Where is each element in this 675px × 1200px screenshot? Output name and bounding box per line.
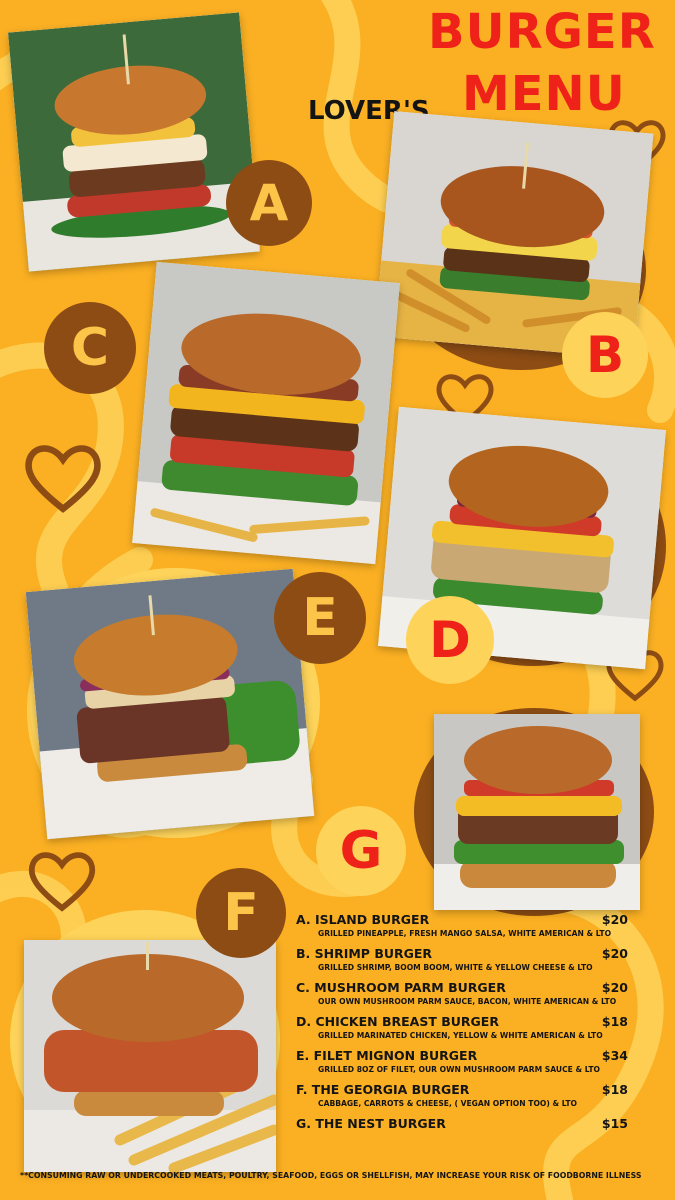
- menu-item-name: A. ISLAND BURGER: [296, 912, 430, 927]
- menu-item-desc: GRILLED 8OZ OF FILET, OUR OWN MUSHROOM P…: [318, 1065, 600, 1074]
- letter-badge-f: F: [196, 868, 286, 958]
- heart-icon: [28, 852, 96, 912]
- menu-item-price: $15: [601, 1116, 628, 1131]
- photo-island-burger: [7, 12, 261, 272]
- menu-item-mushroom-parm: C. MUSHROOM PARM BURGER $20 OUR OWN MUSH…: [296, 980, 648, 1006]
- title-burger: BURGER: [428, 4, 656, 60]
- letter-badge-d: D: [406, 596, 494, 684]
- menu-item-name: E. FILET MIGNON BURGER: [296, 1048, 478, 1063]
- letter-badge-b: B: [562, 312, 648, 398]
- menu-item-price: $18: [601, 1014, 628, 1029]
- menu-item-price: $34: [601, 1048, 628, 1063]
- photo-nest-burger: [434, 714, 640, 910]
- menu-item-name: F. THE GEORGIA BURGER: [296, 1082, 470, 1097]
- menu-item-desc: GRILLED SHRIMP, BOOM BOOM, WHITE & YELLO…: [318, 963, 593, 972]
- letter-badge-e: E: [274, 572, 366, 664]
- menu-list: A. ISLAND BURGER $20 GRILLED PINEAPPLE, …: [296, 912, 648, 1139]
- photo-georgia-burger: [24, 940, 276, 1172]
- menu-item-desc: GRILLED MARINATED CHICKEN, YELLOW & WHIT…: [318, 1031, 603, 1040]
- photo-mushroom-parm-burger: [132, 261, 400, 565]
- menu-item-nest: G. THE NEST BURGER $15: [296, 1116, 648, 1131]
- menu-item-price: $18: [601, 1082, 628, 1097]
- menu-item-name: G. THE NEST BURGER: [296, 1116, 446, 1131]
- menu-item-name: D. CHICKEN BREAST BURGER: [296, 1014, 499, 1029]
- menu-item-desc: OUR OWN MUSHROOM PARM SAUCE, BACON, WHIT…: [318, 997, 617, 1006]
- photo-filet-mignon-burger: [25, 568, 315, 840]
- menu-item-price: $20: [601, 946, 628, 961]
- menu-item-name: B. SHRIMP BURGER: [296, 946, 433, 961]
- menu-item-price: $20: [601, 912, 628, 927]
- menu-item-desc: GRILLED PINEAPPLE, FRESH MANGO SALSA, WH…: [318, 929, 612, 938]
- title-menu: MENU: [462, 66, 626, 122]
- letter-badge-a: A: [226, 160, 312, 246]
- menu-item-island: A. ISLAND BURGER $20 GRILLED PINEAPPLE, …: [296, 912, 648, 938]
- menu-item-filet-mignon: E. FILET MIGNON BURGER $34 GRILLED 8OZ O…: [296, 1048, 648, 1074]
- letter-badge-c: C: [44, 302, 136, 394]
- menu-item-desc: CABBAGE, CARROTS & CHEESE, ( VEGAN OPTIO…: [318, 1099, 577, 1108]
- heart-icon: [25, 445, 101, 513]
- letter-badge-g: G: [316, 806, 406, 896]
- menu-item-shrimp: B. SHRIMP BURGER $20 GRILLED SHRIMP, BOO…: [296, 946, 648, 972]
- foodborne-illness-disclaimer: **CONSUMING RAW OR UNDERCOOKED MEATS, PO…: [20, 1171, 642, 1180]
- menu-item-chicken-breast: D. CHICKEN BREAST BURGER $18 GRILLED MAR…: [296, 1014, 648, 1040]
- menu-item-price: $20: [601, 980, 628, 995]
- menu-item-georgia: F. THE GEORGIA BURGER $18 CABBAGE, CARRO…: [296, 1082, 648, 1108]
- menu-item-name: C. MUSHROOM PARM BURGER: [296, 980, 506, 995]
